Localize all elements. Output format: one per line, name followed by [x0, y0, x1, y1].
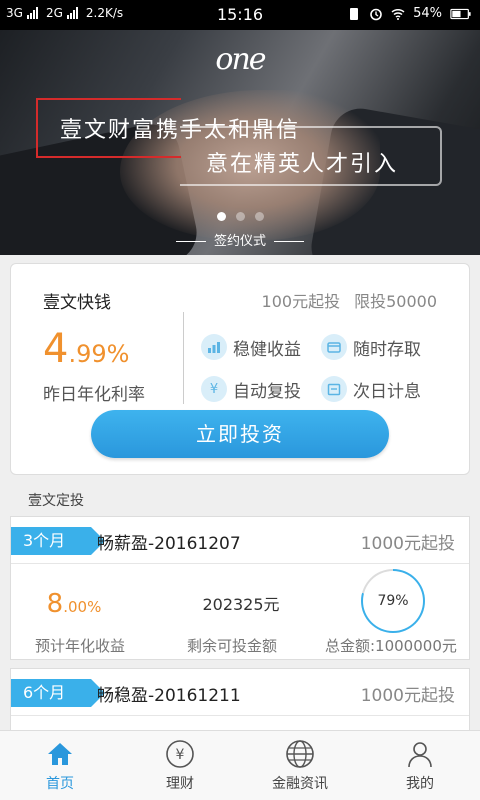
remaining-label: 剩余可投金额: [187, 637, 278, 655]
min-invest: 1000元起投: [360, 534, 455, 554]
calendar-icon: [321, 376, 347, 402]
rate-decimal: .99%: [68, 340, 130, 368]
battery-saver-icon: [350, 7, 359, 20]
remaining-amount: 202325元: [202, 595, 280, 614]
min-invest: 1000元起投: [360, 686, 455, 706]
banner-caption: 签约仪式: [0, 230, 480, 249]
tab-home[interactable]: 首页: [0, 731, 120, 800]
yesterday-rate: 4.99%: [43, 326, 129, 372]
yuan-icon: ¥: [166, 740, 194, 768]
rate-decimal: .00%: [63, 598, 102, 616]
rate-integer: 8: [46, 589, 64, 619]
tab-label: 首页: [46, 776, 74, 792]
product-name: 畅薪盈-20161207: [97, 534, 241, 554]
battery-icon: [450, 8, 471, 19]
tab-finance[interactable]: ¥ 理财: [120, 731, 240, 800]
chart-icon: [201, 334, 227, 360]
carousel-dot[interactable]: [235, 212, 245, 221]
product-name: 畅稳盈-20161211: [97, 686, 241, 706]
divider: [11, 715, 469, 716]
divider: [183, 312, 184, 404]
svg-text:¥: ¥: [176, 747, 185, 763]
feature-label: 次日计息: [353, 381, 421, 402]
rate-integer: 4: [43, 326, 69, 372]
expected-rate: 8.00%: [11, 589, 137, 619]
system-icons: 54%: [347, 6, 472, 21]
fixed-section-title: 壹文定投: [28, 493, 84, 509]
carousel-dot[interactable]: [216, 212, 226, 221]
home-icon: [48, 743, 72, 765]
wifi-icon: [391, 8, 405, 20]
yuan-coin-icon: ¥: [201, 376, 227, 402]
rate-label: 昨日年化利率: [43, 385, 145, 405]
banner-headline: 壹文财富携手太和鼎信: [60, 118, 301, 143]
invest-limit: 限投50000: [354, 292, 437, 311]
product-name: 壹文快钱: [43, 293, 111, 313]
divider: [11, 563, 469, 564]
feature-label: 自动复投: [233, 381, 301, 402]
invest-now-button[interactable]: 立即投资: [91, 410, 389, 458]
feature-stable-returns: 稳健收益: [201, 334, 301, 360]
carousel-dot[interactable]: [254, 212, 264, 221]
feature-label: 稳健收益: [233, 339, 301, 360]
promo-banner[interactable]: one 壹文财富携手太和鼎信 意在精英人才引入 签约仪式: [0, 30, 480, 255]
feature-flexible-access: 随时存取: [321, 334, 421, 360]
feature-auto-reinvest: ¥ 自动复投: [201, 376, 301, 402]
brand-logo: one: [215, 42, 266, 77]
fixed-product-card[interactable]: 6个月 畅稳盈-20161211 1000元起投: [10, 668, 470, 730]
progress-percent: 79%: [363, 571, 423, 631]
feature-label: 随时存取: [353, 339, 421, 360]
user-icon: [408, 742, 432, 768]
wallet-icon: [321, 334, 347, 360]
banner-subheadline: 意在精英人才引入: [206, 152, 399, 177]
carousel-indicator[interactable]: [0, 212, 480, 221]
feature-next-day-interest: 次日计息: [321, 376, 421, 402]
tab-label: 我的: [406, 776, 434, 792]
battery-percent: 54%: [413, 6, 442, 21]
term-badge: 3个月: [11, 527, 105, 555]
featured-product-card[interactable]: 壹文快钱 100元起投 限投50000 4.99% 昨日年化利率 稳健收益 随时存…: [10, 263, 470, 475]
total-amount: 总金额:1000000元: [325, 637, 457, 655]
alarm-icon: [370, 8, 382, 20]
product-terms: 100元起投 限投50000: [262, 288, 437, 312]
tab-financial-news[interactable]: 金融资讯: [240, 731, 360, 800]
status-bar: 3G 2G 2.2K/s 15:16 54%: [0, 0, 480, 30]
bottom-tab-bar: 首页 ¥ 理财 金融资讯 我的: [0, 730, 480, 800]
rate-label: 预计年化收益: [35, 637, 126, 655]
term-badge: 6个月: [11, 679, 105, 707]
globe-icon: [286, 740, 314, 768]
tab-label: 理财: [166, 776, 194, 792]
tab-mine[interactable]: 我的: [360, 731, 480, 800]
tab-label: 金融资讯: [272, 776, 328, 792]
min-invest: 100元起投: [261, 292, 341, 311]
progress-ring: 79%: [361, 569, 425, 633]
fixed-product-card[interactable]: 3个月 畅薪盈-20161207 1000元起投 8.00% 202325元 预…: [10, 516, 470, 660]
